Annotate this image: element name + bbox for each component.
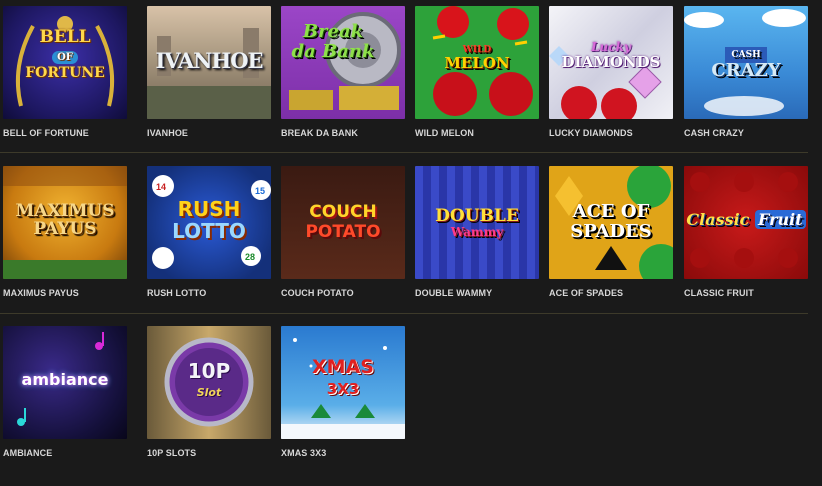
game-title[interactable]: BREAK DA BANK: [281, 128, 421, 138]
game-grid: BELL OF FORTUNE BELL OF FORTUNE IVANHOE …: [0, 0, 822, 470]
logo-line: SPADES: [570, 221, 652, 242]
game-thumbnail[interactable]: XMAS 3X3: [281, 326, 405, 439]
row-divider: [0, 313, 808, 314]
game-title[interactable]: MAXIMUS PAYUS: [3, 288, 143, 298]
game-title[interactable]: COUCH POTATO: [281, 288, 421, 298]
lotto-ball-number: 14: [156, 182, 166, 192]
game-title[interactable]: CASH CRAZY: [684, 128, 822, 138]
game-row: MAXIMUS PAYUS MAXIMUS PAYUS 14 15 28 RUS…: [0, 166, 822, 326]
logo-line: da Bank: [291, 41, 375, 62]
logo-line: Classic: [686, 210, 750, 229]
logo-line: Wammy: [450, 225, 504, 239]
game-tile-ivanhoe[interactable]: IVANHOE IVANHOE: [147, 6, 271, 146]
game-thumbnail[interactable]: CASH CRAZY: [684, 6, 808, 119]
logo-line: Fruit: [754, 210, 806, 229]
game-title[interactable]: IVANHOE: [147, 128, 287, 138]
game-title[interactable]: CLASSIC FRUIT: [684, 288, 822, 298]
game-title[interactable]: WILD MELON: [415, 128, 555, 138]
game-tile-ambiance[interactable]: ambiance AMBIANCE: [3, 326, 127, 466]
game-row: BELL OF FORTUNE BELL OF FORTUNE IVANHOE …: [0, 6, 822, 166]
game-tile-bell-of-fortune[interactable]: BELL OF FORTUNE BELL OF FORTUNE: [3, 6, 127, 146]
game-tile-classic-fruit[interactable]: Classic Fruit CLASSIC FRUIT: [684, 166, 808, 306]
logo-line: Slot: [196, 386, 222, 399]
logo-line: MELON: [444, 54, 510, 72]
game-thumbnail[interactable]: COUCH POTATO: [281, 166, 405, 279]
game-thumbnail[interactable]: WILD MELON: [415, 6, 539, 119]
logo-line: DOUBLE: [435, 206, 519, 226]
game-thumbnail[interactable]: IVANHOE: [147, 6, 271, 119]
game-tile-xmas-3x3[interactable]: XMAS 3X3 XMAS 3X3: [281, 326, 405, 466]
logo-line: LOTTO: [172, 219, 246, 243]
game-title[interactable]: 10P SLOTS: [147, 448, 287, 458]
game-title[interactable]: LUCKY DIAMONDS: [549, 128, 689, 138]
game-thumbnail[interactable]: 14 15 28 RUSH LOTTO: [147, 166, 271, 279]
logo-line: POTATO: [305, 222, 381, 242]
logo-line: Break: [302, 21, 364, 42]
game-title[interactable]: RUSH LOTTO: [147, 288, 287, 298]
game-title[interactable]: DOUBLE WAMMY: [415, 288, 555, 298]
logo-line: PAYUS: [33, 219, 97, 239]
game-title[interactable]: XMAS 3X3: [281, 448, 421, 458]
game-tile-wild-melon[interactable]: WILD MELON WILD MELON: [415, 6, 539, 146]
game-tile-10p-slots[interactable]: 10P Slot 10P SLOTS: [147, 326, 271, 466]
game-thumbnail[interactable]: ACE OF SPADES: [549, 166, 673, 279]
logo-line: ambiance: [21, 370, 109, 389]
game-thumbnail[interactable]: Lucky DIAMONDS: [549, 6, 673, 119]
logo-line: CRAZY: [711, 60, 781, 81]
game-thumbnail[interactable]: DOUBLE Wammy: [415, 166, 539, 279]
game-thumbnail[interactable]: 10P Slot: [147, 326, 271, 439]
logo-line: MAXIMUS: [15, 201, 115, 221]
row-divider: [0, 152, 808, 153]
logo-line: 10P: [187, 359, 231, 383]
game-tile-cash-crazy[interactable]: CASH CRAZY CASH CRAZY: [684, 6, 808, 146]
game-thumbnail[interactable]: Classic Fruit: [684, 166, 808, 279]
game-thumbnail[interactable]: MAXIMUS PAYUS: [3, 166, 127, 279]
lotto-ball-number: 15: [255, 186, 265, 196]
logo-line: BELL: [39, 27, 91, 47]
logo-line: IVANHOE: [155, 48, 263, 73]
game-tile-couch-potato[interactable]: COUCH POTATO COUCH POTATO: [281, 166, 405, 306]
lotto-ball-number: 28: [245, 252, 255, 262]
game-title[interactable]: ACE OF SPADES: [549, 288, 689, 298]
game-tile-maximus-payus[interactable]: MAXIMUS PAYUS MAXIMUS PAYUS: [3, 166, 127, 306]
game-title[interactable]: BELL OF FORTUNE: [3, 128, 143, 138]
game-tile-double-wammy[interactable]: DOUBLE Wammy DOUBLE WAMMY: [415, 166, 539, 306]
game-row: ambiance AMBIANCE 10P Slot 10P SLOTS XMA…: [0, 326, 822, 486]
logo-line: COUCH: [309, 202, 377, 222]
game-tile-lucky-diamonds[interactable]: Lucky DIAMONDS LUCKY DIAMONDS: [549, 6, 673, 146]
game-title[interactable]: AMBIANCE: [3, 448, 143, 458]
logo-line: OF: [52, 51, 78, 64]
logo-line: 3X3: [326, 380, 360, 398]
logo-line: XMAS: [312, 356, 374, 378]
game-tile-ace-of-spades[interactable]: ACE OF SPADES ACE OF SPADES: [549, 166, 673, 306]
game-thumbnail[interactable]: Break da Bank: [281, 6, 405, 119]
game-tile-rush-lotto[interactable]: 14 15 28 RUSH LOTTO RUSH LOTTO: [147, 166, 271, 306]
logo-line: ACE OF: [572, 201, 650, 222]
game-tile-break-da-bank[interactable]: Break da Bank BREAK DA BANK: [281, 6, 405, 146]
logo-line: DIAMONDS: [561, 53, 661, 71]
game-thumbnail[interactable]: BELL OF FORTUNE: [3, 6, 127, 119]
game-thumbnail[interactable]: ambiance: [3, 326, 127, 439]
logo-line: RUSH: [177, 197, 241, 221]
logo-line: FORTUNE: [25, 65, 105, 81]
